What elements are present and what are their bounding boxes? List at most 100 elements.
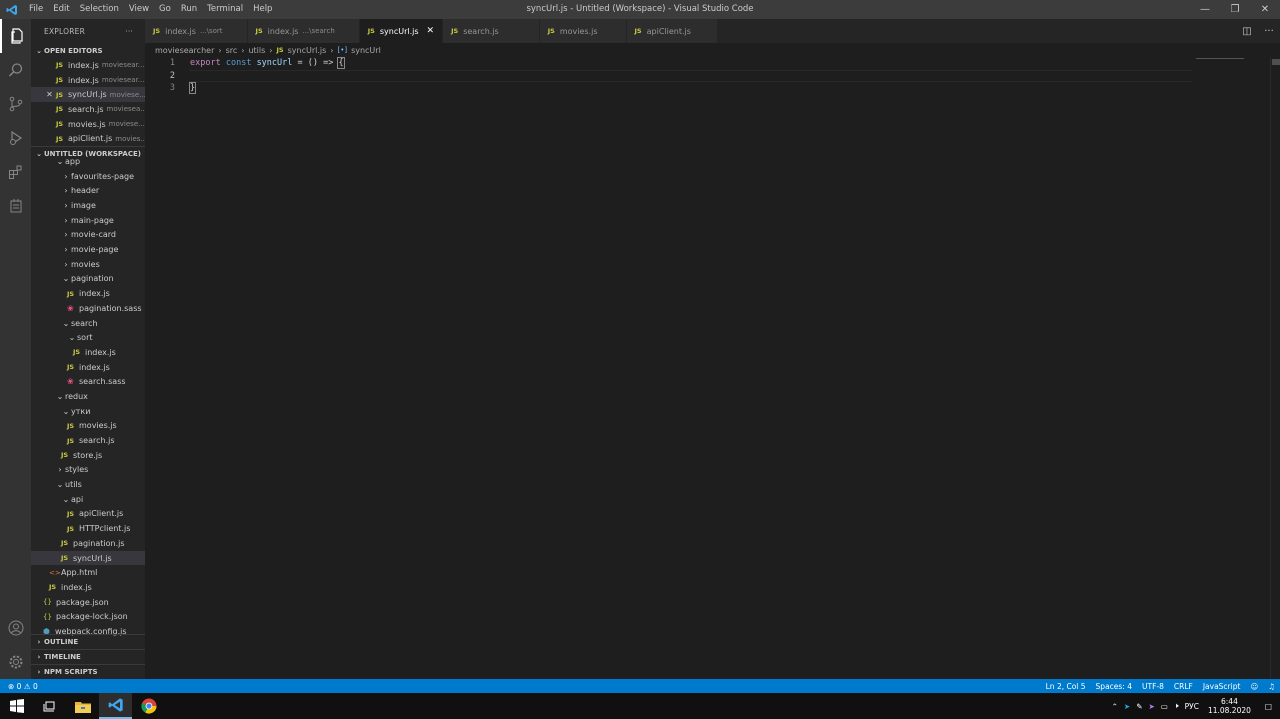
keyboard-language[interactable]: РУС <box>1182 702 1202 711</box>
tree-item[interactable]: JS index.js <box>31 360 145 375</box>
more-actions-icon[interactable]: ··· <box>125 27 133 36</box>
tree-item[interactable]: ❀ search.sass <box>31 374 145 389</box>
tree-item[interactable]: › main-page <box>31 213 145 228</box>
menu-file[interactable]: File <box>24 0 48 19</box>
account-icon[interactable] <box>0 611 31 645</box>
indentation[interactable]: Spaces: 4 <box>1091 682 1137 691</box>
close-icon[interactable]: ✕ <box>427 26 435 36</box>
tab-apiclient[interactable]: JS apiClient.js <box>626 19 718 43</box>
tree-item[interactable]: › movies <box>31 257 145 272</box>
open-editor-item[interactable]: JS index.js moviesear... <box>31 73 145 88</box>
vscode-taskbar-icon[interactable] <box>99 693 132 719</box>
outline-section[interactable]: › OUTLINE <box>31 634 145 649</box>
extensions-icon[interactable] <box>0 155 31 189</box>
feedback-icon[interactable]: ☺ <box>1245 682 1263 691</box>
open-editor-item[interactable]: JS movies.js moviese... <box>31 117 145 132</box>
files-icon[interactable] <box>0 19 31 53</box>
feather-icon[interactable]: ➤ <box>1145 702 1157 711</box>
encoding[interactable]: UTF-8 <box>1137 682 1169 691</box>
scrollbar-thumb[interactable] <box>1272 59 1280 65</box>
tab-index-search[interactable]: JS index.js ...\search <box>247 19 360 43</box>
open-editor-item[interactable]: JS apiClient.js movies... <box>31 131 145 146</box>
file-explorer-icon[interactable] <box>66 693 99 719</box>
telegram-icon[interactable]: ➤ <box>1121 702 1133 711</box>
menu-edit[interactable]: Edit <box>48 0 74 19</box>
notification-icon[interactable]: □ <box>1257 702 1280 711</box>
task-view-icon[interactable] <box>33 693 66 719</box>
tree-item[interactable]: <> App.html <box>31 565 145 580</box>
breadcrumb-item[interactable]: moviesearcher <box>155 46 214 55</box>
tree-item[interactable]: JS store.js <box>31 448 145 463</box>
open-editor-item[interactable]: JS index.js moviesear... <box>31 58 145 73</box>
tree-item[interactable]: ⌄ pagination <box>31 272 145 287</box>
tree-item[interactable]: › movie-page <box>31 242 145 257</box>
breadcrumb-item[interactable]: src <box>226 46 238 55</box>
open-editors-section[interactable]: ⌄ OPEN EDITORS <box>31 43 145 58</box>
menu-selection[interactable]: Selection <box>75 0 124 19</box>
close-icon[interactable]: ✕ <box>43 90 56 99</box>
tree-item[interactable]: JS search.js <box>31 433 145 448</box>
tree-item[interactable]: › header <box>31 184 145 199</box>
menu-go[interactable]: Go <box>154 0 176 19</box>
tree-item[interactable]: ⌄ redux <box>31 389 145 404</box>
open-editor-item[interactable]: JS search.js moviesea... <box>31 102 145 117</box>
menu-run[interactable]: Run <box>176 0 202 19</box>
search-icon[interactable] <box>0 53 31 87</box>
tree-item[interactable]: ⌄ api <box>31 492 145 507</box>
breadcrumb-item[interactable]: utils <box>248 46 265 55</box>
vertical-scrollbar[interactable] <box>1270 57 1280 679</box>
chevron-up-icon[interactable]: ⌃ <box>1109 702 1121 711</box>
breadcrumb-item[interactable]: syncUrl.js <box>288 46 327 55</box>
cursor-position[interactable]: Ln 2, Col 5 <box>1041 682 1091 691</box>
tab-movies[interactable]: JS movies.js <box>539 19 627 43</box>
split-editor-icon[interactable]: ◫ <box>1236 26 1258 37</box>
tree-item[interactable]: ❀ pagination.sass <box>31 301 145 316</box>
timeline-section[interactable]: › TIMELINE <box>31 649 145 664</box>
tree-item[interactable]: JS movies.js <box>31 419 145 434</box>
volume-icon[interactable]: 🕨 <box>1171 701 1182 711</box>
open-editor-item-active[interactable]: ✕ JS syncUrl.js moviese... <box>31 87 145 103</box>
minimap[interactable] <box>1196 58 1244 59</box>
restore-icon[interactable]: ❐ <box>1220 0 1250 19</box>
pen-icon[interactable]: ✎ <box>1133 702 1145 711</box>
tab-index-sort[interactable]: JS index.js ...\sort <box>145 19 248 43</box>
tree-item[interactable]: ⌄ утки <box>31 404 145 419</box>
tree-item[interactable]: ⌄ utils <box>31 477 145 492</box>
close-icon[interactable]: ✕ <box>1250 0 1280 19</box>
tree-item[interactable]: {} package.json <box>31 595 145 610</box>
minimize-icon[interactable]: — <box>1190 0 1220 19</box>
tree-item[interactable]: ⌄ search <box>31 316 145 331</box>
tree-item[interactable]: JS HTTPclient.js <box>31 521 145 536</box>
tree-item[interactable]: › styles <box>31 463 145 478</box>
tree-item[interactable]: JS index.js <box>31 580 145 595</box>
tab-syncurl[interactable]: JS syncUrl.js ✕ <box>359 19 444 43</box>
more-actions-icon[interactable]: ··· <box>1258 26 1280 37</box>
menu-help[interactable]: Help <box>248 0 277 19</box>
run-debug-icon[interactable] <box>0 121 31 155</box>
tree-item[interactable]: › image <box>31 198 145 213</box>
windows-start-icon[interactable] <box>0 693 33 719</box>
tree-item[interactable]: {} package-lock.json <box>31 609 145 624</box>
line-ending[interactable]: CRLF <box>1169 682 1198 691</box>
tree-item[interactable]: JS apiClient.js <box>31 507 145 522</box>
breadcrumb-item[interactable]: syncUrl <box>351 46 381 55</box>
menu-terminal[interactable]: Terminal <box>202 0 248 19</box>
tree-item[interactable]: JS pagination.js <box>31 536 145 551</box>
npm-scripts-section[interactable]: › NPM SCRIPTS <box>31 664 145 679</box>
tree-item[interactable]: › movie-card <box>31 228 145 243</box>
bell-icon[interactable]: ♫ <box>1263 682 1280 691</box>
tree-item[interactable]: › favourites-page <box>31 169 145 184</box>
source-control-icon[interactable] <box>0 87 31 121</box>
tree-item[interactable]: ⌄ sort <box>31 330 145 345</box>
remote-icon[interactable] <box>0 189 31 223</box>
chrome-icon[interactable] <box>132 693 165 719</box>
code-editor[interactable]: 1 export const syncUrl = () => { 2 3 } <box>145 57 1270 679</box>
clock[interactable]: 6:44 11.08.2020 <box>1202 697 1257 715</box>
problems-indicator[interactable]: ⊗ 0 ⚠ 0 <box>0 682 38 691</box>
menu-view[interactable]: View <box>124 0 154 19</box>
language-mode[interactable]: JavaScript <box>1198 682 1246 691</box>
gear-icon[interactable] <box>0 645 31 679</box>
tree-item[interactable]: JS syncUrl.js <box>31 550 145 566</box>
tree-item[interactable]: JS index.js <box>31 345 145 360</box>
tab-search[interactable]: JS search.js <box>443 19 540 43</box>
